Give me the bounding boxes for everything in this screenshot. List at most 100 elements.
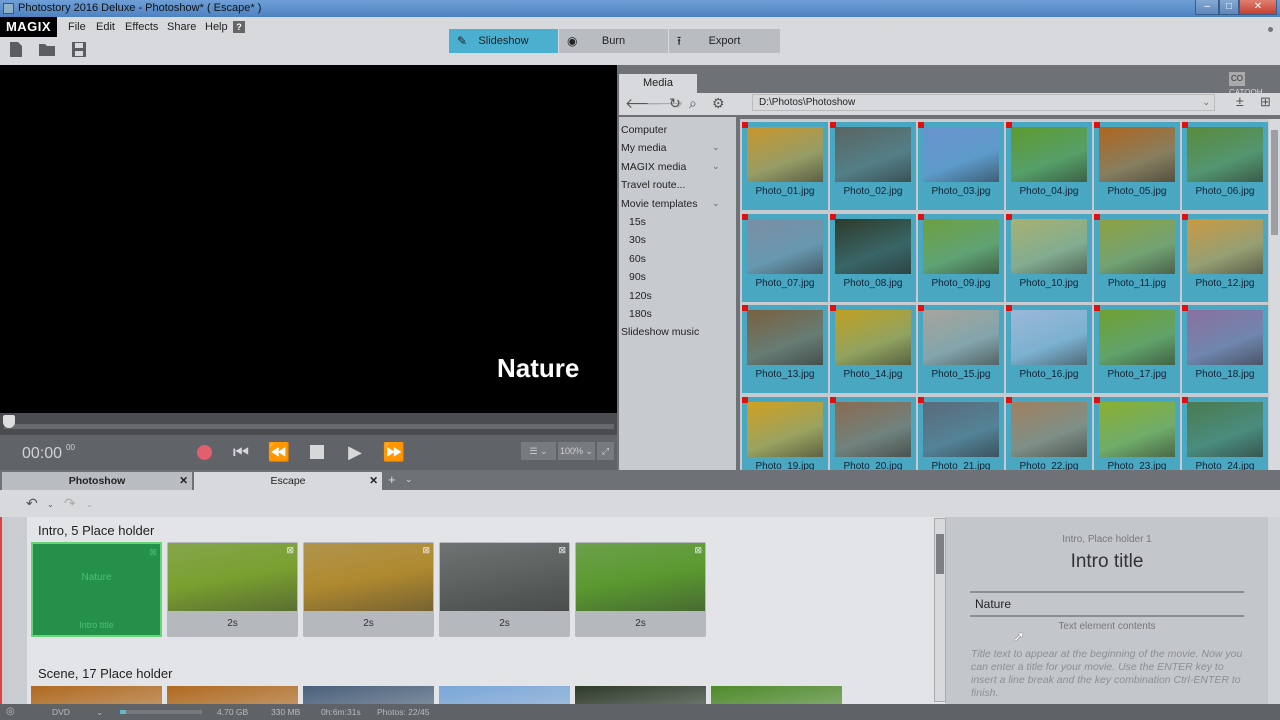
media-item[interactable]: Photo_07.jpg	[742, 213, 828, 302]
disc-type-chevron-icon[interactable]: ⌄	[96, 704, 103, 720]
mode-slideshow-button[interactable]: ✎ Slideshow	[449, 29, 558, 53]
chevron-down-icon[interactable]: ⌄	[712, 198, 720, 209]
slide-delete-icon[interactable]: ⊠	[422, 545, 430, 556]
media-item[interactable]: Photo_13.jpg	[742, 305, 828, 393]
path-dropdown[interactable]: D:\Photos\Photoshow ⌄	[752, 94, 1215, 111]
slide-duration[interactable]: 2s	[575, 618, 706, 629]
rewind-button[interactable]: ⏪	[265, 441, 293, 463]
slide-delete-icon[interactable]: ⊠	[286, 545, 294, 556]
skip-start-button[interactable]: ⏮	[230, 441, 252, 463]
slide-delete-icon[interactable]: ⊠	[149, 547, 157, 558]
scene-slide[interactable]	[575, 686, 706, 704]
scene-slide[interactable]	[167, 686, 298, 704]
chevron-down-icon[interactable]: ⌄	[712, 142, 720, 153]
media-item[interactable]: Photo_04.jpg	[1006, 122, 1092, 210]
storyboard-slide[interactable]: 2s ⊠	[303, 542, 434, 637]
tree-item[interactable]: MAGIX media ⌄	[621, 161, 720, 173]
slide-duration[interactable]: 2s	[439, 618, 570, 629]
tree-item[interactable]: Computer	[621, 124, 667, 136]
media-item[interactable]: Photo_08.jpg	[830, 213, 916, 302]
help-icon[interactable]: ?	[233, 21, 245, 33]
tree-item[interactable]: 180s	[629, 308, 652, 320]
scene-slide[interactable]	[439, 686, 570, 704]
title-text-input[interactable]: Nature	[970, 591, 1244, 617]
tab-escape[interactable]: Escape ✕	[194, 472, 382, 490]
tree-item[interactable]: Travel route...	[621, 179, 685, 191]
media-item[interactable]: Photo_02.jpg	[830, 122, 916, 210]
close-tab-icon[interactable]: ✕	[179, 472, 188, 490]
media-item[interactable]: Photo_16.jpg	[1006, 305, 1092, 393]
add-tab-icon[interactable]: +	[388, 472, 396, 487]
media-item[interactable]: Photo_09.jpg	[918, 213, 1004, 302]
play-button[interactable]: ▶	[344, 441, 366, 463]
minimize-button[interactable]: –	[1195, 0, 1219, 15]
storyboard-slide[interactable]: 2s ⊠	[575, 542, 706, 637]
view-menu-button[interactable]: ☰ ⌄	[521, 442, 556, 460]
media-item[interactable]: Photo_11.jpg	[1094, 213, 1180, 302]
disc-type-select[interactable]: DVD	[52, 704, 70, 720]
fullscreen-button[interactable]: ⤢	[597, 442, 614, 460]
maximize-button[interactable]: □	[1219, 0, 1239, 15]
scene-slide[interactable]	[31, 686, 162, 704]
chevron-down-icon[interactable]: ⌄	[712, 161, 720, 172]
media-scrollbar-thumb[interactable]	[1271, 130, 1278, 235]
scene-slide[interactable]	[303, 686, 434, 704]
slide-delete-icon[interactable]: ⊠	[694, 545, 702, 556]
refresh-icon[interactable]: ↻	[669, 95, 681, 112]
new-file-icon[interactable]	[10, 42, 24, 57]
menu-share[interactable]: Share	[167, 17, 196, 37]
open-folder-icon[interactable]	[39, 42, 55, 57]
mode-burn-button[interactable]: ◉ Burn	[559, 29, 668, 53]
stop-button[interactable]	[307, 441, 327, 463]
media-item[interactable]: Photo_10.jpg	[1006, 213, 1092, 302]
tree-item[interactable]: 60s	[629, 253, 646, 265]
tree-item[interactable]: 30s	[629, 234, 646, 246]
menu-file[interactable]: File	[68, 17, 86, 37]
tree-item[interactable]: Movie templates ⌄	[621, 198, 720, 210]
slide-duration[interactable]: 2s	[303, 618, 434, 629]
media-item[interactable]: Photo_14.jpg	[830, 305, 916, 393]
fast-forward-button[interactable]: ⏩	[380, 441, 408, 463]
tree-item[interactable]: My media ⌄	[621, 142, 720, 154]
grid-view-icon[interactable]: ⊞	[1260, 94, 1271, 110]
zoom-plus-minus-icon[interactable]: ±	[1236, 93, 1244, 109]
tab-photoshow[interactable]: Photoshow ✕	[2, 472, 192, 490]
close-tab-icon[interactable]: ✕	[369, 472, 378, 490]
record-button[interactable]	[194, 441, 214, 463]
redo-dropdown-icon[interactable]: ⌄	[86, 500, 93, 509]
storyboard-slide[interactable]: 2s ⊠	[167, 542, 298, 637]
scene-slide[interactable]	[711, 686, 842, 704]
scrub-track[interactable]	[4, 424, 614, 429]
tree-item[interactable]: 120s	[629, 290, 652, 302]
intro-title-slide[interactable]: Nature Intro title ⊠	[31, 542, 162, 637]
undo-dropdown-icon[interactable]: ⌄	[47, 500, 54, 509]
slide-delete-icon[interactable]: ⊠	[558, 545, 566, 556]
slide-duration[interactable]: 2s	[167, 618, 298, 629]
close-button[interactable]: ✕	[1239, 0, 1277, 15]
playhead-handle[interactable]	[3, 415, 15, 428]
settings-icon[interactable]: ⚙	[712, 95, 725, 112]
save-icon[interactable]	[72, 42, 86, 57]
storyboard-slide[interactable]: 2s ⊠	[439, 542, 570, 637]
tree-item[interactable]: 90s	[629, 271, 646, 283]
media-item[interactable]: Photo_01.jpg	[742, 122, 828, 210]
tab-media[interactable]: Media	[619, 74, 697, 93]
mode-export-button[interactable]: ⭱ Export	[669, 29, 780, 53]
media-item[interactable]: Photo_18.jpg	[1182, 305, 1268, 393]
media-item[interactable]: Photo_15.jpg	[918, 305, 1004, 393]
redo-icon[interactable]: ↷	[64, 495, 76, 512]
media-item[interactable]: Photo_12.jpg	[1182, 213, 1268, 302]
search-icon[interactable]: ⌕	[689, 95, 697, 112]
zoom-select[interactable]: 100% ⌄	[558, 442, 595, 460]
tabs-chevron-down-icon[interactable]: ⌄	[405, 474, 413, 485]
tree-item[interactable]: Slideshow music	[621, 326, 699, 338]
media-item[interactable]: Photo_17.jpg	[1094, 305, 1180, 393]
storyboard-scrollbar-thumb[interactable]	[936, 534, 944, 574]
media-item[interactable]: Photo_03.jpg	[918, 122, 1004, 210]
menu-edit[interactable]: Edit	[96, 17, 115, 37]
media-item[interactable]: Photo_05.jpg	[1094, 122, 1180, 210]
media-item[interactable]: Photo_06.jpg	[1182, 122, 1268, 210]
menu-effects[interactable]: Effects	[125, 17, 158, 37]
tree-item[interactable]: 15s	[629, 216, 646, 228]
undo-icon[interactable]: ↶	[26, 495, 38, 512]
